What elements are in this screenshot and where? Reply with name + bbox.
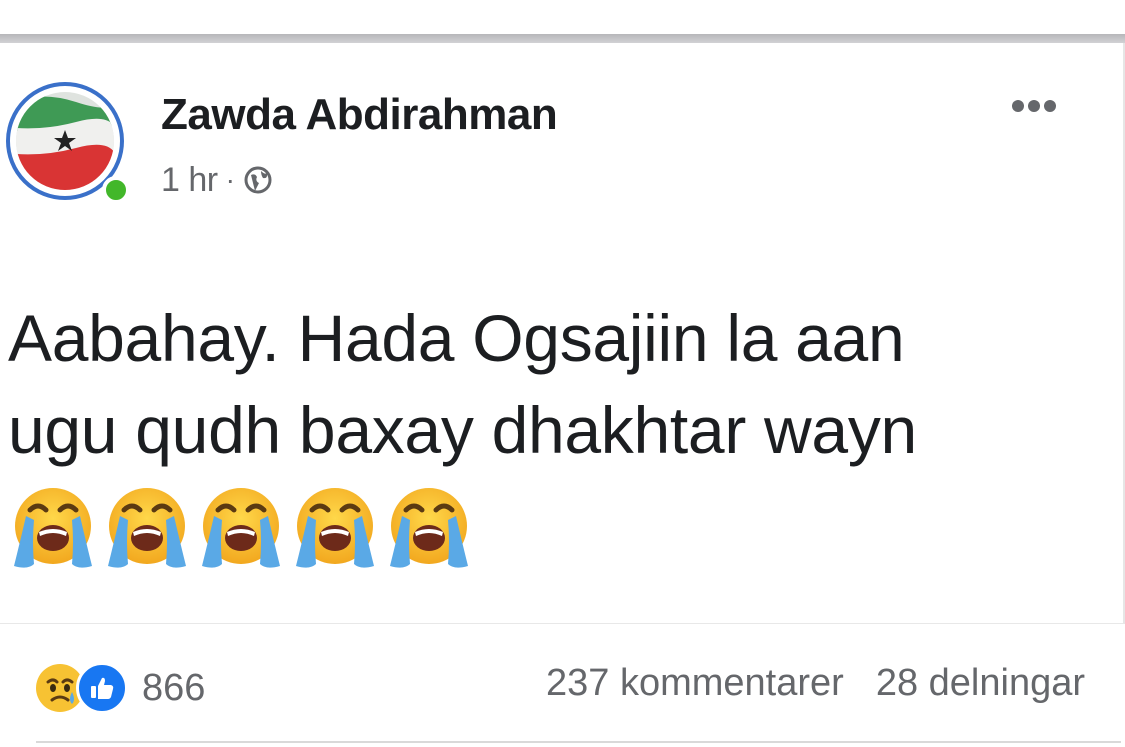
- more-dot: [1012, 100, 1024, 112]
- globe-icon[interactable]: [243, 165, 273, 195]
- bottom-divider: [36, 741, 1121, 743]
- reaction-count: 866: [142, 666, 206, 709]
- author-avatar[interactable]: [6, 82, 132, 208]
- crying-face-emoji-icon: [108, 488, 186, 568]
- shares-count-link[interactable]: 28 delningar: [876, 662, 1085, 705]
- emoji-row: [8, 482, 474, 574]
- like-reaction-icon: [76, 662, 128, 714]
- more-options-icon[interactable]: [1012, 100, 1056, 112]
- post-text: Aabahay. Hada Ogsajiin la aan ugu qudh b…: [8, 292, 1118, 476]
- reaction-summary[interactable]: 866: [34, 660, 205, 716]
- post-text-line-1: Aabahay. Hada Ogsajiin la aan: [8, 301, 905, 375]
- crying-face-emoji-icon: [296, 488, 374, 568]
- avatar-image: [16, 92, 114, 190]
- more-dot: [1044, 100, 1056, 112]
- post-meta: 1 hr ·: [161, 160, 273, 200]
- more-dot: [1028, 100, 1040, 112]
- engagement-stats: 237 kommentarer 28 delningar: [546, 662, 1085, 705]
- comments-count-link[interactable]: 237 kommentarer: [546, 662, 844, 705]
- crying-face-emoji-icon: [390, 488, 468, 568]
- online-status-dot: [102, 176, 130, 204]
- top-divider: [0, 34, 1125, 43]
- meta-separator: ·: [225, 164, 235, 195]
- author-name[interactable]: Zawda Abdirahman: [161, 90, 558, 140]
- crying-face-emoji-icon: [14, 488, 92, 568]
- post-text-line-2: ugu qudh baxay dhakhtar wayn: [8, 393, 917, 467]
- post-time[interactable]: 1 hr: [161, 161, 218, 200]
- crying-face-emoji-icon: [202, 488, 280, 568]
